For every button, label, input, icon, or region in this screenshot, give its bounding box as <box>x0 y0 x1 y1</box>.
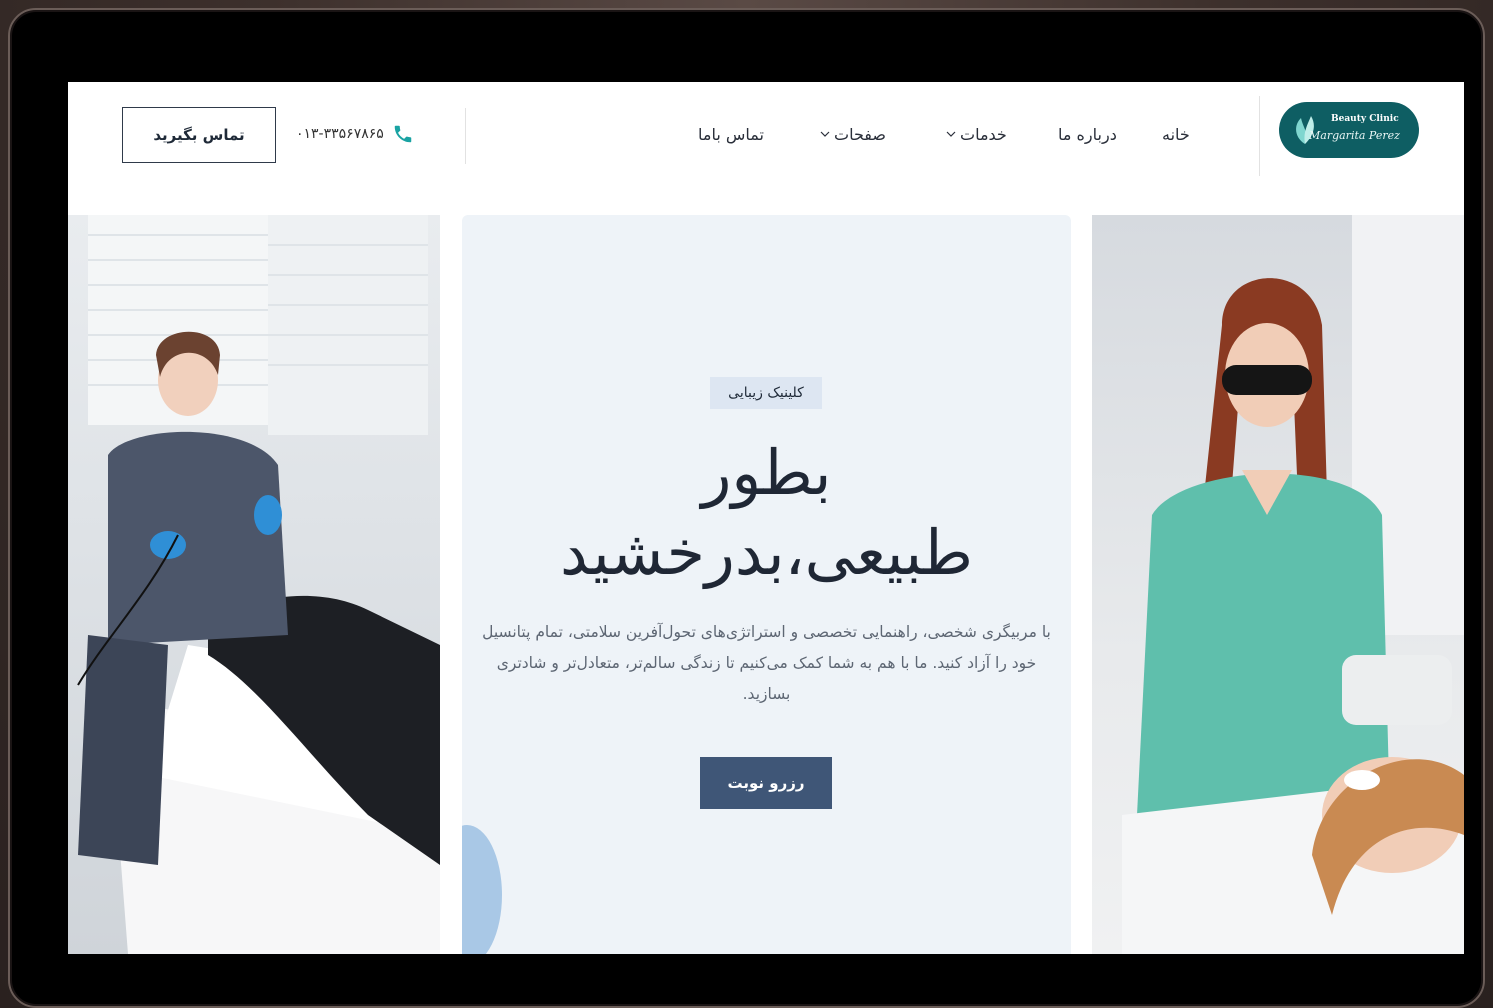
hero-headline-line1: بطور <box>701 436 832 509</box>
site-header: تماس بگیرید ۰۱۳-۳۳۵۶۷۸۶۵ خانه درباره ما … <box>68 82 1464 215</box>
hero-headline: بطور طبیعی،بدرخشید <box>462 433 1071 593</box>
book-appointment-button[interactable]: رزرو نوبت <box>700 757 832 809</box>
website-screen: تماس بگیرید ۰۱۳-۳۳۵۶۷۸۶۵ خانه درباره ما … <box>68 82 1464 954</box>
nav-services[interactable]: خدمات <box>946 120 1007 148</box>
photo-illustration-left <box>77 215 440 954</box>
hero-headline-line2: طبیعی،بدرخشید <box>560 516 973 589</box>
logo-subtitle: Margarita Perez <box>1309 129 1400 142</box>
device-frame: تماس بگیرید ۰۱۳-۳۳۵۶۷۸۶۵ خانه درباره ما … <box>8 8 1485 1008</box>
contact-us-button[interactable]: تماس بگیرید <box>122 107 276 163</box>
chevron-down-icon <box>946 131 956 137</box>
photo-illustration-right <box>1122 215 1464 954</box>
decorative-blob <box>462 825 502 954</box>
hero-description: با مربیگری شخصی، راهنمایی تخصصی و استرات… <box>482 623 1051 703</box>
logo-title: Beauty Clinic <box>1331 114 1399 124</box>
phone-link[interactable]: ۰۱۳-۳۳۵۶۷۸۶۵ <box>296 122 414 146</box>
nav-about[interactable]: درباره ما <box>1058 120 1117 148</box>
hero-card: کلینیک زیبایی بطور طبیعی،بدرخشید با مربی… <box>462 215 1071 954</box>
phone-number: ۰۱۳-۳۳۵۶۷۸۶۵ <box>296 126 384 142</box>
phone-icon <box>394 125 412 143</box>
chevron-down-icon <box>820 131 830 137</box>
header-divider <box>1259 96 1260 176</box>
header-divider <box>465 108 466 164</box>
nav-pages[interactable]: صفحات <box>820 120 886 148</box>
nav-contact[interactable]: تماس باما <box>698 120 764 148</box>
treatment-photo-right <box>1092 215 1464 954</box>
clinic-logo[interactable]: Beauty Clinic Margarita Perez <box>1279 102 1419 158</box>
treatment-photo-left <box>68 215 440 954</box>
nav-home[interactable]: خانه <box>1162 120 1190 148</box>
hero-badge: کلینیک زیبایی <box>710 377 822 409</box>
